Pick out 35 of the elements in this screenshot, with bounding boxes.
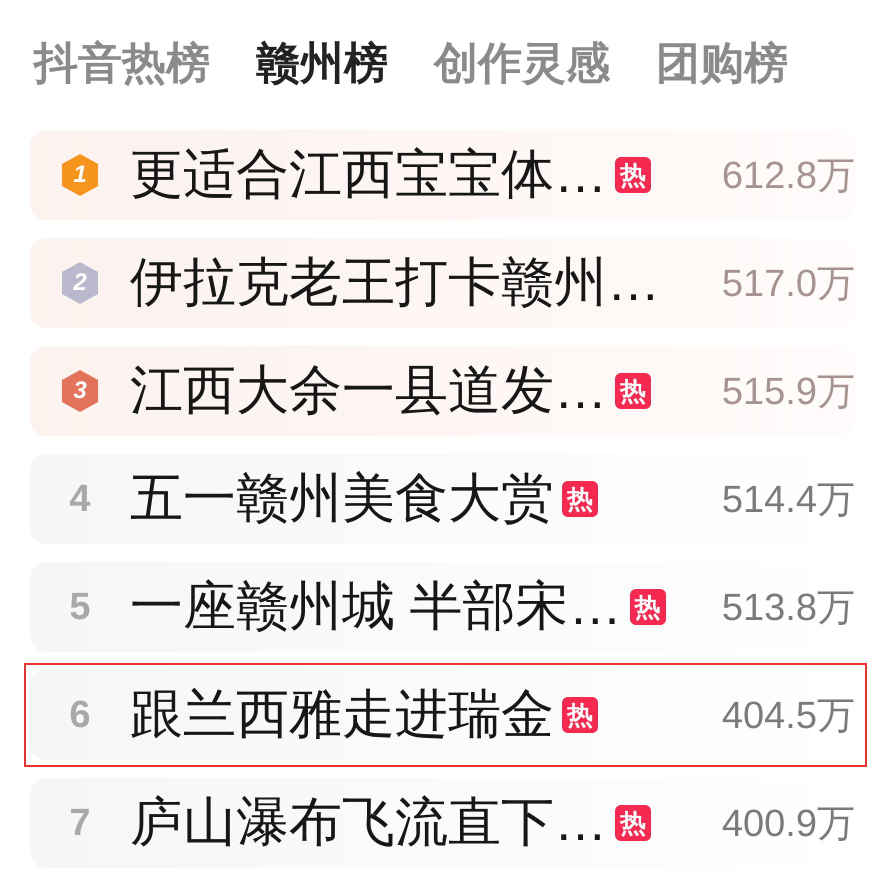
ranking-row[interactable]: 6 跟兰西雅走进瑞金 热 404.5万 [30,670,855,760]
heat-value: 513.8万 [722,586,855,630]
medal-icon: 3 [60,369,100,413]
topic-title: 跟兰西雅走进瑞金 [130,684,554,746]
rank-number: 4 [69,478,91,520]
ranking-row[interactable]: 1 更适合江西宝宝体… 热 612.8万 [30,130,855,220]
heat-value: 404.5万 [722,694,855,738]
hot-badge: 热 [615,373,651,409]
topic-title: 庐山瀑布飞流直下… [130,792,607,854]
rank-number: 5 [69,586,91,628]
heat-value: 612.8万 [722,154,855,198]
ranking-row[interactable]: 2 伊拉克老王打卡赣州… 517.0万 [30,238,855,328]
heat-value: 515.9万 [722,370,855,414]
medal-icon: 1 [60,153,100,197]
rank-number: 7 [69,802,91,844]
topic-title: 江西大余一县道发… [130,360,607,422]
ranking-row[interactable]: 5 一座赣州城 半部宋… 热 513.8万 [30,562,855,652]
hot-badge: 热 [615,157,651,193]
hot-badge: 热 [562,481,598,517]
rank-number: 6 [69,694,91,736]
heat-value: 400.9万 [722,802,855,846]
topic-title: 伊拉克老王打卡赣州… [130,252,660,314]
topic-title: 一座赣州城 半部宋… [130,576,622,638]
topic-title: 更适合江西宝宝体… [130,144,607,206]
topic-title: 五一赣州美食大赏 [130,468,554,530]
heat-value: 517.0万 [722,262,855,306]
ranking-row[interactable]: 4 五一赣州美食大赏 热 514.4万 [30,454,855,544]
medal-icon: 2 [60,261,100,305]
hot-badge: 热 [630,589,666,625]
hot-badge: 热 [562,697,598,733]
heat-value: 514.4万 [722,478,855,522]
ranking-row[interactable]: 7 庐山瀑布飞流直下… 热 400.9万 [30,778,855,868]
tab[interactable]: 赣州榜 [256,26,388,102]
ranking-row[interactable]: 3 江西大余一县道发… 热 515.9万 [30,346,855,436]
hot-badge: 热 [615,805,651,841]
